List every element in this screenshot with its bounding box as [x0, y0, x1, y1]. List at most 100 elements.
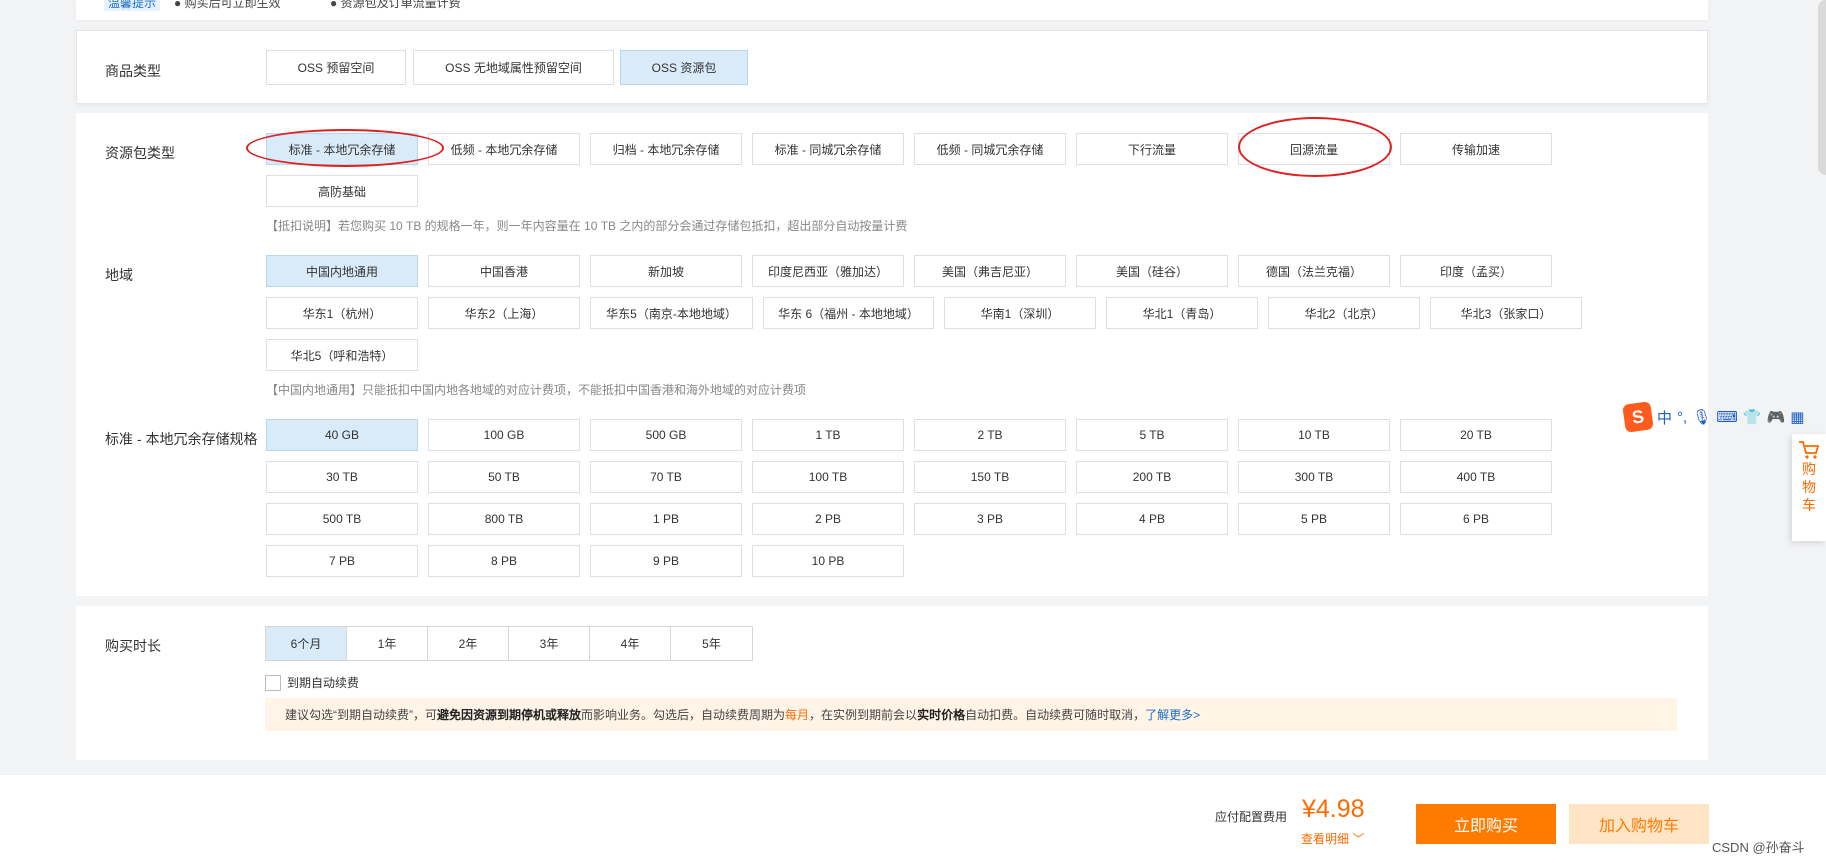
grid-menu-icon[interactable]: ▦ [1790, 408, 1804, 426]
product-option-no-region[interactable]: OSS 无地域属性预留空间 [413, 50, 614, 85]
duration-option-3y[interactable]: 3年 [509, 627, 590, 660]
auto-renew-checkbox[interactable] [265, 674, 281, 691]
region-option-hangzhou[interactable]: 华东1（杭州） [266, 297, 418, 329]
punctuation-icon[interactable]: °, [1677, 409, 1687, 426]
keyboard-icon[interactable]: ⌨ [1716, 408, 1738, 426]
duration-option-5y[interactable]: 5年 [671, 627, 752, 660]
tip-text-2: ● 资源包及订单流量计费 [330, 0, 461, 10]
region-option-nanjing[interactable]: 华东5（南京-本地地域） [590, 297, 753, 329]
tip-text: ，在实例到期前会以 [809, 708, 918, 722]
tip-bold: 实时价格 [917, 708, 966, 722]
checkout-bar: 应付配置费用 ¥4.98 查看明细 ﹀ 立即购买 加入购物车 CSDN @孙奋斗 [0, 775, 1826, 863]
spec-option[interactable]: 70 TB [590, 461, 742, 493]
product-option-reserved[interactable]: OSS 预留空间 [266, 50, 406, 85]
region-option-mainland[interactable]: 中国内地通用 [266, 255, 418, 287]
auto-renew-label: 到期自动续费 [287, 676, 360, 690]
product-type-label: 商品类型 [105, 63, 161, 79]
learn-more-link[interactable]: 了解更多> [1145, 706, 1200, 723]
spec-option[interactable]: 3 PB [914, 503, 1066, 535]
auto-renew-row[interactable]: 到期自动续费 [265, 674, 359, 691]
ime-toolbar[interactable]: S 中 °, 🎙 ⌨ 👕 🎮 ▦ [1622, 401, 1826, 433]
view-detail-link[interactable]: 查看明细 ﹀ [1301, 830, 1364, 847]
spec-option[interactable]: 2 TB [914, 419, 1066, 451]
spec-option[interactable]: 100 TB [752, 461, 904, 493]
spec-option[interactable]: 10 TB [1238, 419, 1390, 451]
region-option-hongkong[interactable]: 中国香港 [428, 255, 580, 287]
package-option-origin-traffic[interactable]: 回源流量 [1238, 133, 1390, 165]
package-option-ia-lrs[interactable]: 低频 - 本地冗余存储 [428, 133, 580, 165]
region-option-virginia[interactable]: 美国（弗吉尼亚） [914, 255, 1066, 287]
region-option-mumbai[interactable]: 印度（孟买） [1400, 255, 1552, 287]
spec-option[interactable]: 1 TB [752, 419, 904, 451]
region-option-jakarta[interactable]: 印度尼西亚（雅加达） [752, 255, 904, 287]
region-option-beijing[interactable]: 华北2（北京） [1268, 297, 1420, 329]
spec-option[interactable]: 800 TB [428, 503, 580, 535]
spec-option[interactable]: 200 TB [1076, 461, 1228, 493]
spec-option[interactable]: 300 TB [1238, 461, 1390, 493]
package-option-std-zrs[interactable]: 标准 - 同城冗余存储 [752, 133, 904, 165]
chinese-mode-icon[interactable]: 中 [1657, 407, 1672, 428]
region-option-frankfurt[interactable]: 德国（法兰克福） [1238, 255, 1390, 287]
region-option-zhangjiakou[interactable]: 华北3（张家口） [1430, 297, 1582, 329]
top-info-strip: 温馨提示 ● 购买后可立即生效 ● 资源包及订单流量计费 [76, 0, 1708, 20]
duration-option-6m[interactable]: 6个月 [266, 627, 347, 660]
product-option-resource-pack[interactable]: OSS 资源包 [620, 50, 748, 85]
region-option-shanghai[interactable]: 华东2（上海） [428, 297, 580, 329]
spec-option[interactable]: 150 TB [914, 461, 1066, 493]
region-option-hohhot[interactable]: 华北5（呼和浩特） [266, 339, 418, 371]
region-option-qingdao[interactable]: 华北1（青岛） [1106, 297, 1258, 329]
spec-option[interactable]: 100 GB [428, 419, 580, 451]
spec-option[interactable]: 10 PB [752, 545, 904, 577]
price: ¥4.98 [1302, 795, 1365, 823]
spec-option[interactable]: 40 GB [266, 419, 418, 451]
spec-option[interactable]: 1 PB [590, 503, 742, 535]
chevron-down-icon: ﹀ [1352, 832, 1365, 846]
spec-option[interactable]: 9 PB [590, 545, 742, 577]
spec-label: 标准 - 本地冗余存储规格 [105, 431, 258, 447]
package-option-anti-ddos[interactable]: 高防基础 [266, 175, 418, 207]
spec-option[interactable]: 50 TB [428, 461, 580, 493]
spec-option[interactable]: 5 PB [1238, 503, 1390, 535]
product-type-section: 商品类型 OSS 预留空间 OSS 无地域属性预留空间 OSS 资源包 [76, 30, 1708, 104]
spec-option[interactable]: 400 TB [1400, 461, 1552, 493]
side-cart-char: 车 [1802, 497, 1816, 513]
package-option-download-traffic[interactable]: 下行流量 [1076, 133, 1228, 165]
watermark: CSDN @孙奋斗 [1712, 840, 1805, 855]
spec-option[interactable]: 500 TB [266, 503, 418, 535]
spec-option[interactable]: 30 TB [266, 461, 418, 493]
region-option-singapore[interactable]: 新加坡 [590, 255, 742, 287]
skin-icon[interactable]: 👕 [1743, 408, 1762, 426]
spec-option[interactable]: 500 GB [590, 419, 742, 451]
spec-option[interactable]: 20 TB [1400, 419, 1552, 451]
tip-text: 建议勾选“到期自动续费”，可 [285, 708, 437, 722]
duration-option-2y[interactable]: 2年 [428, 627, 509, 660]
buy-now-button[interactable]: 立即购买 [1416, 804, 1556, 844]
package-option-archive-lrs[interactable]: 归档 - 本地冗余存储 [590, 133, 742, 165]
spec-option[interactable]: 5 TB [1076, 419, 1228, 451]
spec-option[interactable]: 4 PB [1076, 503, 1228, 535]
region-option-silicon-valley[interactable]: 美国（硅谷） [1076, 255, 1228, 287]
fee-label: 应付配置费用 [1215, 810, 1288, 824]
region-option-shenzhen[interactable]: 华南1（深圳） [944, 297, 1096, 329]
spec-option[interactable]: 2 PB [752, 503, 904, 535]
spec-option[interactable]: 8 PB [428, 545, 580, 577]
region-note: 【中国内地通用】只能抵扣中国内地各地域的对应计费项，不能抵扣中国香港和海外地域的… [266, 383, 807, 397]
duration-option-1y[interactable]: 1年 [347, 627, 428, 660]
package-option-ia-zrs[interactable]: 低频 - 同城冗余存储 [914, 133, 1066, 165]
package-option-acceleration[interactable]: 传输加速 [1400, 133, 1552, 165]
package-option-std-lrs[interactable]: 标准 - 本地冗余存储 [266, 133, 418, 165]
sogou-logo-icon[interactable]: S [1622, 401, 1654, 433]
cart-icon [1799, 441, 1820, 459]
spec-option[interactable]: 7 PB [266, 545, 418, 577]
microphone-icon[interactable]: 🎙 [1692, 408, 1711, 426]
duration-option-4y[interactable]: 4年 [590, 627, 671, 660]
region-option-fuzhou[interactable]: 华东 6（福州 - 本地地域） [763, 297, 934, 329]
spec-option[interactable]: 6 PB [1400, 503, 1552, 535]
tip-text-1: ● 购买后可立即生效 [174, 0, 281, 10]
game-icon[interactable]: 🎮 [1767, 408, 1786, 426]
add-to-cart-button[interactable]: 加入购物车 [1569, 804, 1709, 844]
side-cart[interactable]: 购 物 车 [1792, 434, 1826, 541]
deduction-note: 【抵扣说明】若您购买 10 TB 的规格一年，则一年内容量在 10 TB 之内的… [266, 219, 908, 233]
duration-selector: 6个月 1年 2年 3年 4年 5年 [265, 626, 753, 661]
edge-tab[interactable] [1818, 0, 1826, 175]
